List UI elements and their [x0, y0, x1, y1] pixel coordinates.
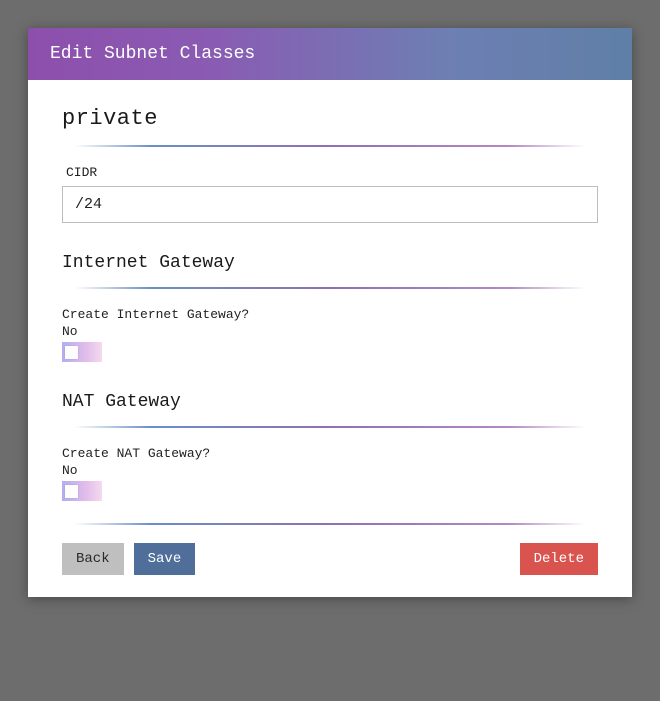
toggle-knob: [65, 485, 78, 498]
internet-gateway-toggle[interactable]: [62, 342, 102, 362]
nat-gateway-heading: NAT Gateway: [62, 392, 598, 412]
nat-gateway-section: NAT Gateway Create NAT Gateway? No: [62, 392, 598, 501]
nat-gateway-state: No: [62, 463, 598, 478]
card-body: private CIDR Internet Gateway Create Int…: [28, 80, 632, 597]
card-header: Edit Subnet Classes: [28, 28, 632, 80]
edit-subnet-card: Edit Subnet Classes private CIDR Interne…: [28, 28, 632, 597]
cidr-input[interactable]: [62, 186, 598, 223]
save-button[interactable]: Save: [134, 543, 196, 575]
divider: [74, 145, 586, 147]
internet-gateway-section: Internet Gateway Create Internet Gateway…: [62, 253, 598, 362]
footer-actions: Back Save Delete: [62, 543, 598, 575]
back-button[interactable]: Back: [62, 543, 124, 575]
page-title: Edit Subnet Classes: [50, 44, 255, 64]
divider: [74, 523, 586, 525]
cidr-label: CIDR: [66, 165, 598, 180]
internet-gateway-heading: Internet Gateway: [62, 253, 598, 273]
subnet-name: private: [62, 106, 598, 131]
divider: [74, 287, 586, 289]
nat-gateway-toggle[interactable]: [62, 481, 102, 501]
divider: [74, 426, 586, 428]
nat-gateway-question: Create NAT Gateway?: [62, 446, 598, 461]
internet-gateway-question: Create Internet Gateway?: [62, 307, 598, 322]
toggle-knob: [65, 346, 78, 359]
delete-button[interactable]: Delete: [520, 543, 598, 575]
internet-gateway-state: No: [62, 324, 598, 339]
